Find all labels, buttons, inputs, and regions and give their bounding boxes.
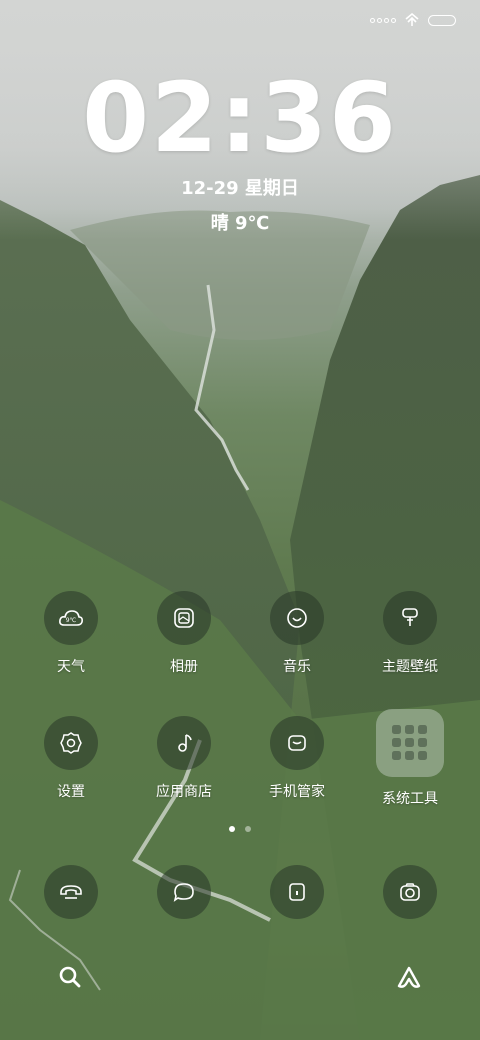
- dock-phone[interactable]: [16, 865, 126, 919]
- app-label: 天气: [57, 659, 85, 675]
- app-store-icon: [157, 716, 211, 770]
- weather-icon: 9℃: [44, 591, 98, 645]
- app-weather[interactable]: 9℃ 天气: [16, 591, 126, 676]
- clock-time: 02:36: [82, 62, 398, 174]
- wifi-icon: [405, 13, 419, 26]
- status-bar: [370, 10, 456, 30]
- date-text: 12-29 星期日: [181, 178, 299, 199]
- dock-messages[interactable]: [129, 865, 239, 919]
- dock-browser[interactable]: [242, 865, 352, 919]
- app-security[interactable]: 手机管家: [242, 716, 352, 801]
- app-label: 相册: [170, 659, 198, 675]
- signal-dots-icon: [370, 17, 396, 23]
- music-icon: [270, 591, 324, 645]
- app-label: 主题壁纸: [382, 659, 438, 675]
- page-indicator: [0, 826, 480, 832]
- app-label: 手机管家: [269, 784, 325, 800]
- camera-icon: [383, 865, 437, 919]
- app-label: 应用商店: [156, 784, 212, 800]
- search-icon[interactable]: [46, 953, 94, 1001]
- dock-camera[interactable]: [355, 865, 465, 919]
- app-label: 系统工具: [382, 791, 438, 807]
- app-gallery[interactable]: 相册: [129, 591, 239, 676]
- security-icon: [270, 716, 324, 770]
- messages-icon: [157, 865, 211, 919]
- app-music[interactable]: 音乐: [242, 591, 352, 676]
- page-dot-active[interactable]: [229, 826, 235, 832]
- folder-icon: [376, 709, 444, 777]
- app-label: 音乐: [283, 659, 311, 675]
- app-label: 设置: [57, 784, 85, 800]
- theme-icon: [383, 591, 437, 645]
- browser-icon: [270, 865, 324, 919]
- assistant-icon[interactable]: [385, 953, 433, 1001]
- svg-text:9℃: 9℃: [66, 617, 77, 624]
- app-system-tools-folder[interactable]: 系统工具: [355, 709, 465, 808]
- gallery-icon: [157, 591, 211, 645]
- app-settings[interactable]: 设置: [16, 716, 126, 801]
- app-store[interactable]: 应用商店: [129, 716, 239, 801]
- page-dot[interactable]: [245, 826, 251, 832]
- app-themes[interactable]: 主题壁纸: [355, 591, 465, 676]
- phone-icon: [44, 865, 98, 919]
- battery-icon: [428, 14, 456, 26]
- weather-text: 晴 9℃: [210, 213, 270, 234]
- settings-icon: [44, 716, 98, 770]
